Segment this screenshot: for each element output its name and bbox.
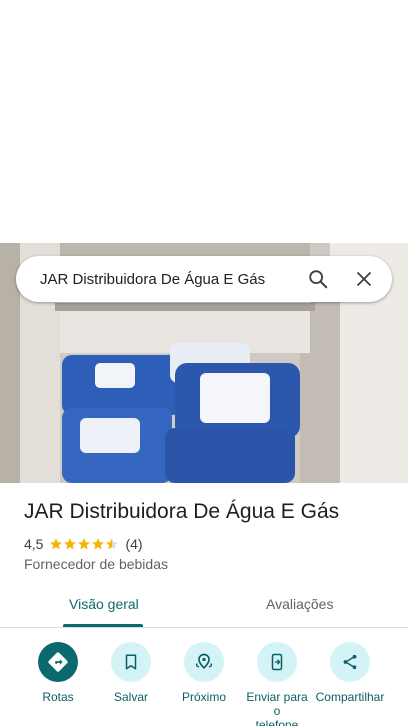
tab-selected-indicator (63, 624, 143, 627)
rating-value: 4,5 (24, 536, 44, 552)
star-icon (64, 538, 77, 550)
search-bar[interactable]: JAR Distribuidora De Água E Gás (16, 256, 392, 302)
share-icon (330, 642, 370, 682)
place-tabs: Visão geral Avaliações (0, 588, 408, 628)
star-icon (50, 538, 63, 550)
star-half-icon (106, 538, 119, 550)
save-button[interactable]: Salvar (91, 642, 171, 704)
share-label: Compartilhar (315, 690, 385, 704)
search-input[interactable]: JAR Distribuidora De Água E Gás (40, 271, 298, 288)
bookmark-icon (111, 642, 151, 682)
nearby-label: Próximo (181, 690, 226, 704)
share-button[interactable]: Compartilhar (310, 642, 390, 704)
close-icon[interactable] (344, 259, 384, 299)
directions-label: Rotas (42, 690, 74, 704)
nearby-button[interactable]: Próximo (164, 642, 244, 704)
star-icon (92, 538, 105, 550)
send-to-phone-icon (257, 642, 297, 682)
map-blank-area (0, 0, 408, 243)
tab-overview[interactable]: Visão geral (69, 596, 139, 612)
save-label: Salvar (113, 690, 148, 704)
action-bar: Rotas Salvar Próximo Enviar para o telef… (0, 642, 408, 726)
star-rating (49, 537, 119, 551)
review-count[interactable]: (4) (125, 536, 142, 552)
directions-button[interactable]: Rotas (18, 642, 98, 704)
send-to-phone-button[interactable]: Enviar para o telefone (237, 642, 317, 726)
search-icon[interactable] (298, 259, 338, 299)
rating-row[interactable]: 4,5 (4) (24, 536, 143, 552)
send-to-phone-label: Enviar para o telefone (246, 690, 308, 726)
place-title: JAR Distribuidora De Água E Gás (24, 500, 340, 523)
star-icon (78, 538, 91, 550)
nearby-icon (184, 642, 224, 682)
place-category: Fornecedor de bebidas (24, 556, 168, 572)
tab-reviews[interactable]: Avaliações (266, 596, 333, 612)
directions-icon (38, 642, 78, 682)
